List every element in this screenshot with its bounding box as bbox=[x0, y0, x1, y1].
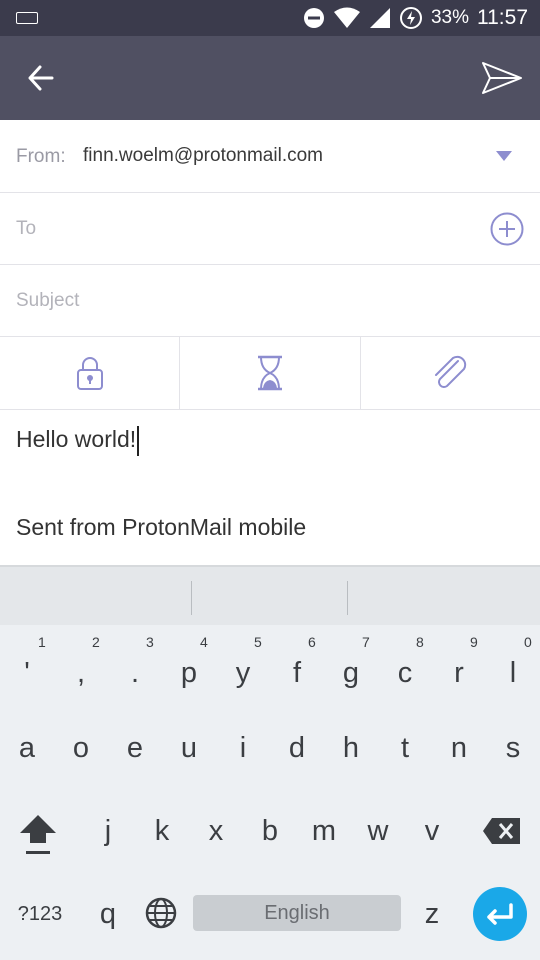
suggestion-divider bbox=[191, 581, 192, 615]
backspace-icon[interactable] bbox=[482, 817, 522, 845]
key-9[interactable]: l bbox=[486, 643, 540, 703]
key-a[interactable]: a bbox=[0, 718, 54, 778]
space-bar-label: English bbox=[264, 902, 330, 924]
key-hint: 5 bbox=[254, 634, 262, 650]
key-v[interactable]: v bbox=[405, 801, 459, 861]
key-h[interactable]: h bbox=[324, 718, 378, 778]
to-row: To bbox=[0, 193, 540, 265]
body-line-1: Hello world! bbox=[16, 426, 137, 453]
key-8[interactable]: r bbox=[432, 643, 486, 703]
globe-icon[interactable] bbox=[145, 897, 177, 929]
key-hint: 0 bbox=[524, 634, 532, 650]
key-k[interactable]: k bbox=[135, 801, 189, 861]
suggestion-strip bbox=[0, 565, 540, 625]
space-bar[interactable]: English bbox=[193, 895, 401, 931]
key-q[interactable]: q bbox=[81, 884, 135, 944]
key-7[interactable]: c bbox=[378, 643, 432, 703]
key-6[interactable]: g bbox=[324, 643, 378, 703]
subject-input[interactable]: Subject bbox=[16, 290, 79, 312]
key-d[interactable]: d bbox=[270, 718, 324, 778]
key-hint: 4 bbox=[200, 634, 208, 650]
key-5[interactable]: f bbox=[270, 643, 324, 703]
status-bar: 33% 11:57 bbox=[0, 0, 540, 36]
key-hint: 1 bbox=[38, 634, 46, 650]
do-not-disturb-icon bbox=[303, 8, 324, 28]
key-hint: 7 bbox=[362, 634, 370, 650]
keyboard: ' 1, 2. 3 p 4 y 5 f 6 g 7 c 8 r 9 l 0 aoeuidhtns jkxbmwv … bbox=[0, 625, 540, 960]
key-hint: 3 bbox=[146, 634, 154, 650]
key-z[interactable]: z bbox=[405, 884, 459, 944]
battery-percent: 33% bbox=[430, 7, 469, 28]
from-address[interactable]: finn.woelm@protonmail.com bbox=[83, 145, 323, 167]
key-n[interactable]: n bbox=[432, 718, 486, 778]
key-2[interactable]: . bbox=[108, 643, 162, 703]
message-body[interactable]: Hello world! Sent from ProtonMail mobile bbox=[0, 410, 540, 565]
enter-icon bbox=[487, 903, 513, 925]
from-row[interactable]: From: finn.woelm@protonmail.com bbox=[0, 120, 540, 193]
cell-signal-icon bbox=[369, 8, 390, 28]
expiration-button[interactable] bbox=[180, 337, 361, 409]
paperclip-icon bbox=[435, 355, 467, 388]
lock-icon bbox=[76, 357, 103, 390]
key-w[interactable]: w bbox=[351, 801, 405, 861]
key-3[interactable]: p bbox=[162, 643, 216, 703]
key-s[interactable]: s bbox=[486, 718, 540, 778]
clock: 11:57 bbox=[477, 6, 528, 29]
arrow-back-icon[interactable] bbox=[22, 60, 62, 96]
enter-key[interactable] bbox=[473, 887, 527, 941]
from-label: From: bbox=[16, 146, 66, 167]
encrypt-button[interactable] bbox=[0, 337, 181, 409]
subject-row: Subject bbox=[0, 265, 540, 337]
key-m[interactable]: m bbox=[297, 801, 351, 861]
key-j[interactable]: j bbox=[81, 801, 135, 861]
key-hint: 2 bbox=[92, 634, 100, 650]
key-hint: 9 bbox=[470, 634, 478, 650]
hourglass-icon bbox=[257, 355, 282, 391]
key-hint: 8 bbox=[416, 634, 424, 650]
text-cursor bbox=[137, 426, 140, 456]
key-i[interactable]: i bbox=[216, 718, 270, 778]
send-icon[interactable] bbox=[480, 58, 524, 98]
suggestion-divider bbox=[347, 581, 348, 615]
wifi-icon bbox=[333, 7, 360, 28]
shift-icon[interactable] bbox=[18, 813, 58, 861]
key-4[interactable]: y bbox=[216, 643, 270, 703]
add-contact-icon[interactable] bbox=[490, 212, 524, 246]
key-hint: 6 bbox=[308, 634, 316, 650]
body-signature: Sent from ProtonMail mobile bbox=[16, 514, 307, 540]
keyboard-indicator-icon bbox=[16, 12, 38, 24]
compose-tools bbox=[0, 337, 540, 410]
key-b[interactable]: b bbox=[243, 801, 297, 861]
key-1[interactable]: , bbox=[54, 643, 108, 703]
key-u[interactable]: u bbox=[162, 718, 216, 778]
app-bar bbox=[0, 36, 540, 120]
key-o[interactable]: o bbox=[54, 718, 108, 778]
to-input[interactable]: To bbox=[16, 218, 36, 240]
dropdown-icon[interactable] bbox=[496, 151, 512, 161]
key-e[interactable]: e bbox=[108, 718, 162, 778]
key-x[interactable]: x bbox=[189, 801, 243, 861]
symbols-key[interactable]: ?123 bbox=[13, 884, 67, 944]
key-0[interactable]: ' bbox=[0, 643, 54, 703]
key-t[interactable]: t bbox=[378, 718, 432, 778]
battery-saver-icon bbox=[399, 7, 422, 29]
attach-button[interactable] bbox=[361, 337, 540, 409]
